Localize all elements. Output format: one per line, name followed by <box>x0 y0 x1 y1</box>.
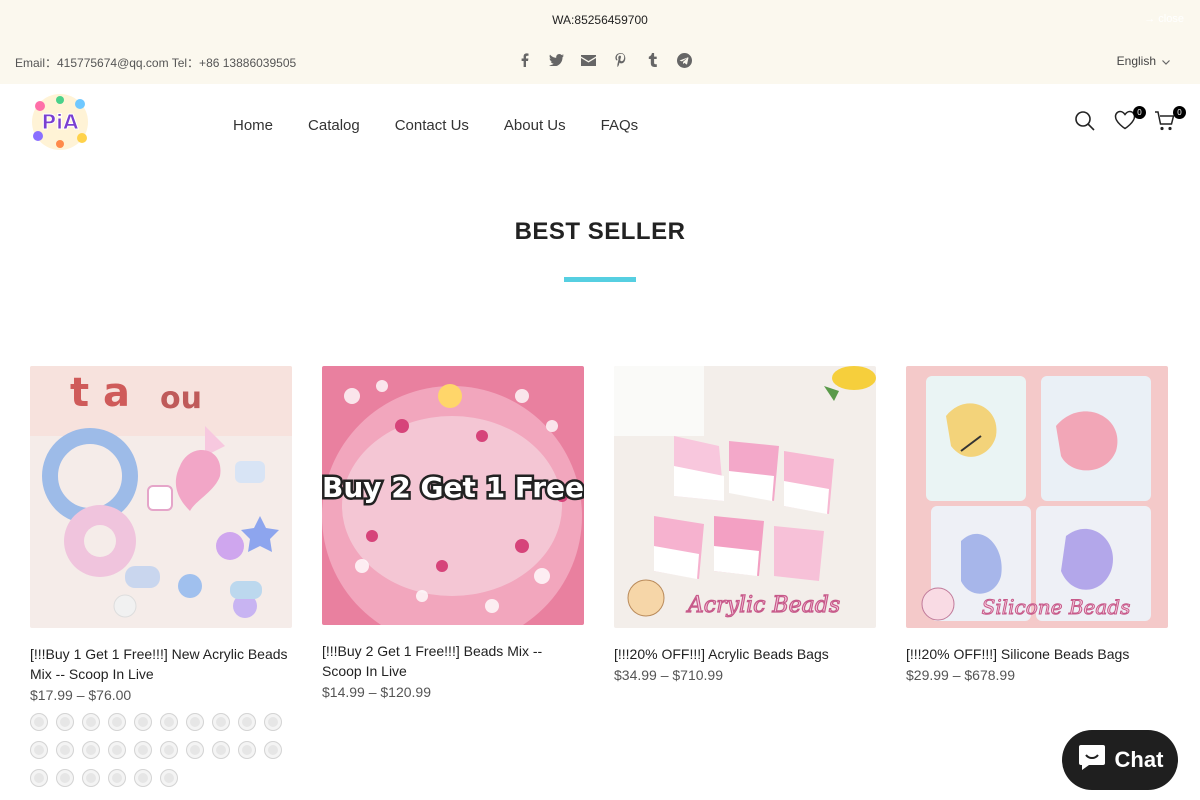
product-title[interactable]: [!!!20% OFF!!!] Silicone Beads Bags <box>906 644 1168 664</box>
product-image[interactable]: Acrylic Beads <box>614 366 876 628</box>
nav-catalog[interactable]: Catalog <box>308 117 360 134</box>
product-price: $29.99 – $678.99 <box>906 667 1015 683</box>
color-swatch[interactable] <box>160 713 178 731</box>
image-banner: Buy 2 Get 1 Free <box>322 471 584 504</box>
image-banner: Silicone Beads <box>982 595 1131 619</box>
color-swatch[interactable] <box>82 769 100 787</box>
whatsapp-number: WA:85256459700 <box>552 13 648 27</box>
product-card[interactable]: Buy 2 Get 1 Free [!!!Buy 2 Get 1 Free!!!… <box>322 366 584 787</box>
color-swatch[interactable] <box>56 713 74 731</box>
svg-text:ou: ou <box>160 381 202 416</box>
chevron-down-icon <box>1162 54 1170 68</box>
nav-contact-us[interactable]: Contact Us <box>395 117 469 134</box>
heart-icon <box>1114 110 1136 134</box>
cart-button[interactable]: 0 <box>1154 106 1186 136</box>
chat-bubble-icon <box>1077 743 1107 777</box>
announcement-bar: WA:85256459700 → close Email：415775674@q… <box>0 0 1200 84</box>
image-banner: Acrylic Beads <box>686 593 840 618</box>
color-swatch[interactable] <box>108 713 126 731</box>
product-price: $17.99 – $76.00 <box>30 687 132 703</box>
color-swatch[interactable] <box>108 769 126 787</box>
color-swatch[interactable] <box>186 741 204 759</box>
search-icon[interactable] <box>1074 110 1098 134</box>
color-swatch[interactable] <box>134 741 152 759</box>
cart-icon <box>1154 111 1176 136</box>
nav-about-us[interactable]: About Us <box>504 117 566 134</box>
product-card[interactable]: Silicone Beads [!!!20% OFF!!!] Silicone … <box>906 366 1168 787</box>
color-swatch[interactable] <box>160 769 178 787</box>
site-header: PiA Home Catalog Contact Us About Us FAQ… <box>0 84 1200 164</box>
language-selector[interactable]: English <box>1117 54 1170 68</box>
telegram-icon[interactable] <box>668 50 700 70</box>
cart-count-badge: 0 <box>1173 106 1186 119</box>
color-swatch[interactable] <box>30 713 48 731</box>
logo[interactable]: PiA <box>30 92 90 152</box>
color-swatch[interactable] <box>134 713 152 731</box>
chat-label: Chat <box>1114 747 1164 772</box>
color-swatch[interactable] <box>82 741 100 759</box>
color-swatch[interactable] <box>264 713 282 731</box>
logo-text: PiA <box>42 110 80 134</box>
wishlist-count-badge: 0 <box>1133 106 1146 119</box>
chat-button[interactable]: Chat <box>1062 730 1178 790</box>
nav-home[interactable]: Home <box>233 117 273 134</box>
color-swatch[interactable] <box>56 769 74 787</box>
svg-text:t a: t a <box>70 370 130 416</box>
email-icon[interactable] <box>572 50 604 70</box>
product-title[interactable]: [!!!20% OFF!!!] Acrylic Beads Bags <box>614 644 876 664</box>
color-swatch[interactable] <box>56 741 74 759</box>
product-image[interactable]: Buy 2 Get 1 Free <box>322 366 584 625</box>
product-grid: t a ou [!!!Buy 1 Get 1 Free!!!] New Acry… <box>30 366 1170 787</box>
title-underline <box>564 277 636 282</box>
color-swatch[interactable] <box>30 741 48 759</box>
color-swatch[interactable] <box>30 769 48 787</box>
color-swatch[interactable] <box>238 713 256 731</box>
header-icons: 0 0 <box>1074 106 1186 136</box>
color-swatch[interactable] <box>160 741 178 759</box>
social-links <box>508 50 700 70</box>
color-swatch[interactable] <box>238 741 256 759</box>
product-title[interactable]: [!!!Buy 2 Get 1 Free!!!] Beads Mix -- Sc… <box>322 641 584 681</box>
section-title: BEST SELLER <box>514 218 686 245</box>
color-swatch[interactable] <box>134 769 152 787</box>
product-card[interactable]: Acrylic Beads [!!!20% OFF!!!] Acrylic Be… <box>614 366 876 787</box>
product-title[interactable]: [!!!Buy 1 Get 1 Free!!!] New Acrylic Bea… <box>30 644 292 684</box>
facebook-icon[interactable] <box>508 50 540 70</box>
product-image[interactable]: Silicone Beads <box>906 366 1168 628</box>
product-image[interactable]: t a ou <box>30 366 292 628</box>
contact-info: Email：415775674@qq.com Tel：+86 138860395… <box>15 56 297 70</box>
tumblr-icon[interactable] <box>636 50 668 70</box>
language-label: English <box>1116 54 1156 68</box>
twitter-icon[interactable] <box>540 50 572 70</box>
wishlist-button[interactable]: 0 <box>1114 106 1146 134</box>
color-swatch[interactable] <box>82 713 100 731</box>
close-announcement-button[interactable]: → close <box>1144 13 1184 25</box>
main-nav: Home Catalog Contact Us About Us FAQs <box>233 117 638 134</box>
color-swatch[interactable] <box>212 741 230 759</box>
color-swatch[interactable] <box>264 741 282 759</box>
product-price: $34.99 – $710.99 <box>614 667 723 683</box>
color-swatch[interactable] <box>212 713 230 731</box>
color-swatch[interactable] <box>186 713 204 731</box>
product-card[interactable]: t a ou [!!!Buy 1 Get 1 Free!!!] New Acry… <box>30 366 292 787</box>
color-swatch[interactable] <box>108 741 126 759</box>
product-price: $14.99 – $120.99 <box>322 684 431 700</box>
nav-faqs[interactable]: FAQs <box>601 117 639 134</box>
pinterest-icon[interactable] <box>604 50 636 70</box>
color-swatches <box>30 713 300 787</box>
